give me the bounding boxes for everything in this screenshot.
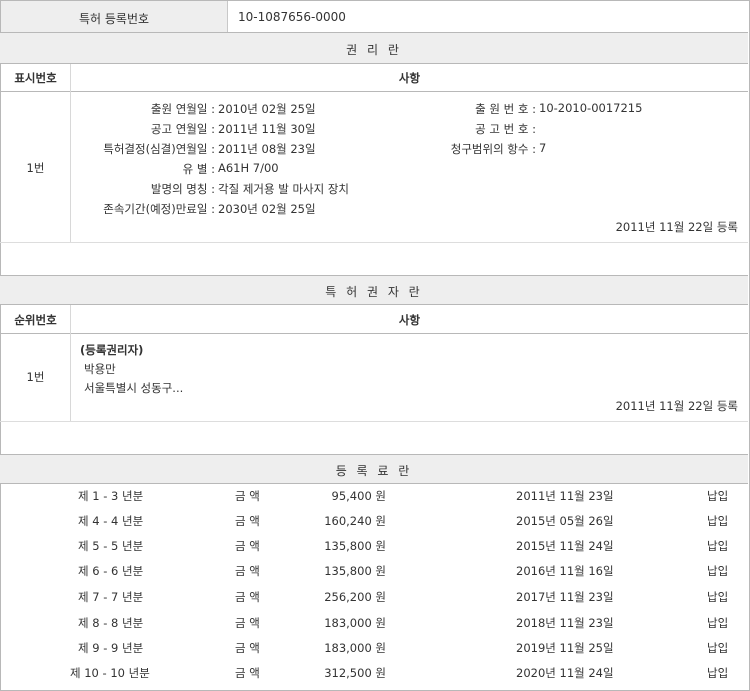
claims-count-label: 청구범위의 항수 :: [450, 142, 536, 156]
fee-amount: 160,240 원: [324, 514, 386, 528]
fee-status: 납입: [707, 641, 729, 655]
fee-status: 납입: [707, 666, 729, 680]
fee-status: 납입: [707, 489, 729, 503]
fee-status: 납입: [707, 539, 729, 553]
rights-col-item-header: 사항: [71, 70, 748, 86]
registration-number-label: 특허 등록번호: [78, 12, 150, 26]
fee-kind: 금 액: [235, 564, 260, 578]
fee-row: 제 4 - 4 년분 금 액 160,240 원 2015년 05월 26일 납…: [0, 509, 748, 534]
fee-date: 2016년 11월 16일: [516, 564, 614, 578]
fee-status: 납입: [707, 616, 729, 630]
decision-date-label: 특허결정(심결)연월일 :: [103, 142, 215, 156]
fee-section-header: 등 록 료 란: [0, 454, 748, 484]
fee-row: 제 8 - 8 년분 금 액 183,000 원 2018년 11월 23일 납…: [0, 611, 748, 636]
fee-amount: 95,400 원: [331, 489, 386, 503]
rights-row-number: 1번: [26, 161, 45, 175]
holder-registered-date: 2011년 11월 22일 등록: [615, 399, 738, 413]
fee-row: 제 6 - 6 년분 금 액 135,800 원 2016년 11월 16일 납…: [0, 559, 748, 584]
holder-heading: (등록권리자): [80, 343, 144, 357]
fee-date: 2020년 11월 24일: [516, 666, 614, 680]
fee-status: 납입: [707, 514, 729, 528]
fee-period: 제 1 - 3 년분: [78, 489, 144, 503]
fee-row: 제 9 - 9 년분 금 액 183,000 원 2019년 11월 25일 납…: [0, 636, 748, 661]
rights-section-title: 권 리 란: [346, 43, 402, 57]
publication-date-label: 공고 연월일 :: [150, 122, 215, 136]
application-number-value: 10-2010-0017215: [539, 101, 643, 115]
fee-date: 2017년 11월 23일: [516, 590, 614, 604]
fee-amount: 312,500 원: [324, 666, 386, 680]
publication-date-value: 2011년 11월 30일: [218, 122, 316, 136]
fee-kind: 금 액: [235, 489, 260, 503]
holder-name: 박용만: [84, 362, 116, 376]
fee-kind: 금 액: [235, 514, 260, 528]
filing-date-label: 출원 연월일 :: [150, 102, 215, 116]
fee-row: 제 5 - 5 년분 금 액 135,800 원 2015년 11월 24일 납…: [0, 534, 748, 559]
holder-col-number-header: 순위번호: [1, 312, 70, 328]
rights-section-header: 권 리 란: [0, 32, 748, 64]
expiry-date-label: 존속기간(예정)만료일 :: [103, 202, 215, 216]
fee-amount: 183,000 원: [324, 616, 386, 630]
fee-date: 2019년 11월 25일: [516, 641, 614, 655]
classification-value: A61H 7/00: [218, 161, 279, 175]
holder-row-number: 1번: [26, 370, 45, 384]
fee-amount: 183,000 원: [324, 641, 386, 655]
expiry-date-value: 2030년 02월 25일: [218, 202, 316, 216]
fee-row: 제 1 - 3 년분 금 액 95,400 원 2011년 11월 23일 납입: [0, 484, 748, 509]
decision-date-value: 2011년 08월 23일: [218, 142, 316, 156]
fee-row: 제 7 - 7 년분 금 액 256,200 원 2017년 11월 23일 납…: [0, 585, 748, 610]
fee-period: 제 4 - 4 년분: [78, 514, 144, 528]
classification-label: 유 별 :: [182, 162, 215, 176]
fee-kind: 금 액: [235, 666, 260, 680]
filing-date-value: 2010년 02월 25일: [218, 102, 316, 116]
fee-period: 제 7 - 7 년분: [78, 590, 144, 604]
fee-date: 2018년 11월 23일: [516, 616, 614, 630]
invention-title-value: 각질 제거용 발 마사지 장치: [218, 182, 350, 196]
invention-title-label: 발명의 명칭 :: [150, 182, 215, 196]
fee-period: 제 10 - 10 년분: [70, 666, 150, 680]
holder-section-header: 특 허 권 자 란: [0, 275, 748, 305]
fee-period: 제 5 - 5 년분: [78, 539, 144, 553]
fee-section-title: 등 록 료 란: [335, 464, 413, 478]
fee-period: 제 8 - 8 년분: [78, 616, 144, 630]
fee-amount: 256,200 원: [324, 590, 386, 604]
fee-date: 2011년 11월 23일: [516, 489, 614, 503]
claims-count-value: 7: [539, 141, 547, 155]
holder-section-title: 특 허 권 자 란: [325, 285, 423, 299]
fee-kind: 금 액: [235, 616, 260, 630]
fee-kind: 금 액: [235, 590, 260, 604]
fee-kind: 금 액: [235, 539, 260, 553]
publication-number-label: 공 고 번 호 :: [475, 122, 536, 136]
fee-status: 납입: [707, 590, 729, 604]
holder-col-item-header: 사항: [71, 312, 748, 328]
rights-registered-date: 2011년 11월 22일 등록: [615, 220, 738, 234]
holder-address: 서울특별시 성동구...: [84, 381, 184, 395]
application-number-label: 출 원 번 호 :: [475, 102, 536, 116]
fee-date: 2015년 05월 26일: [516, 514, 614, 528]
fee-amount: 135,800 원: [324, 539, 386, 553]
rights-col-number-header: 표시번호: [1, 70, 70, 86]
fee-status: 납입: [707, 564, 729, 578]
fee-amount: 135,800 원: [324, 564, 386, 578]
fee-period: 제 9 - 9 년분: [78, 641, 144, 655]
fee-date: 2015년 11월 24일: [516, 539, 614, 553]
fee-kind: 금 액: [235, 641, 260, 655]
fee-row: 제 10 - 10 년분 금 액 312,500 원 2020년 11월 24일…: [0, 661, 748, 686]
registration-number-value: 10-1087656-0000: [238, 10, 346, 24]
fee-period: 제 6 - 6 년분: [78, 564, 144, 578]
